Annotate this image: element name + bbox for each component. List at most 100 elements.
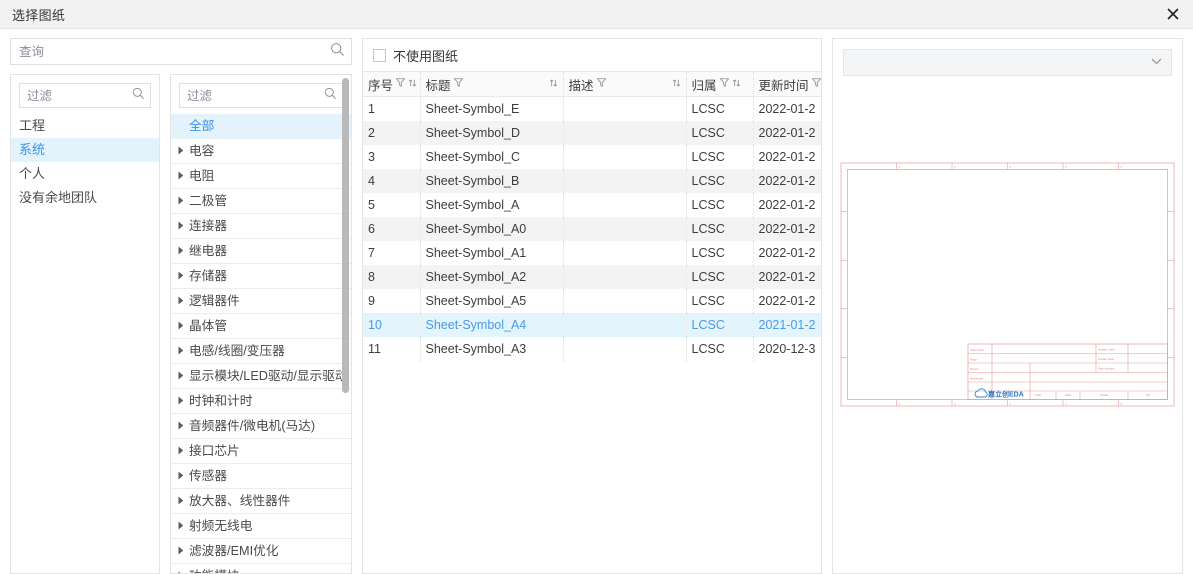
- table-header-2[interactable]: 标题: [420, 71, 564, 97]
- row-updated: 2022-01-2: [753, 216, 821, 241]
- source-item[interactable]: 工程: [11, 114, 159, 138]
- row-updated: 2022-01-2: [753, 192, 821, 217]
- caret-right-icon[interactable]: [178, 396, 189, 407]
- sheet-select-dropdown[interactable]: [843, 49, 1172, 76]
- table-row[interactable]: 4 Sheet-Symbol_B LCSC 2022-01-2: [363, 168, 821, 193]
- table-row[interactable]: 1 Sheet-Symbol_E LCSC 2022-01-2: [363, 96, 821, 121]
- source-item[interactable]: 没有余地团队: [11, 186, 159, 210]
- row-title: Sheet-Symbol_C: [420, 144, 564, 169]
- category-item[interactable]: 接口芯片: [171, 439, 351, 464]
- category-item[interactable]: 二极管: [171, 189, 351, 214]
- sheet-title-block-text: 2: [954, 165, 956, 169]
- row-title: Sheet-Symbol_B: [420, 168, 564, 193]
- sheet-title-block-text: 3: [1010, 165, 1012, 169]
- category-item[interactable]: 连接器: [171, 214, 351, 239]
- category-item-label: 二极管: [189, 193, 228, 208]
- table-row[interactable]: 5 Sheet-Symbol_A LCSC 2022-01-2: [363, 192, 821, 217]
- sort-icon[interactable]: [672, 78, 681, 91]
- row-updated: 2022-01-2: [753, 144, 821, 169]
- row-description: [563, 192, 687, 217]
- caret-right-icon[interactable]: [178, 546, 189, 557]
- caret-right-icon[interactable]: [178, 321, 189, 332]
- category-item[interactable]: 放大器、线性器件: [171, 489, 351, 514]
- caret-right-icon[interactable]: [178, 246, 189, 257]
- category-item[interactable]: 晶体管: [171, 314, 351, 339]
- category-item[interactable]: 电阻: [171, 164, 351, 189]
- caret-right-icon[interactable]: [178, 146, 189, 157]
- table-row[interactable]: 9 Sheet-Symbol_A5 LCSC 2022-01-2: [363, 288, 821, 313]
- category-filter-input[interactable]: [179, 83, 343, 108]
- caret-right-icon[interactable]: [178, 446, 189, 457]
- filter-icon[interactable]: [811, 78, 821, 90]
- filter-icon[interactable]: [395, 78, 406, 90]
- category-tree: 全部 电容 电阻二极管连接器 继电器存储器逻辑器件 晶体管 电感/线圈/变压器 显示模块/L…: [171, 114, 351, 573]
- caret-right-icon[interactable]: [178, 221, 189, 232]
- table-row[interactable]: 10 Sheet-Symbol_A4 LCSC 2021-01-2: [363, 312, 821, 337]
- filter-icon[interactable]: [596, 78, 606, 90]
- caret-right-icon[interactable]: [178, 271, 189, 282]
- table-header-label: 描述: [568, 78, 594, 93]
- table-header-4[interactable]: 归属: [686, 71, 754, 97]
- category-item[interactable]: 功能模块: [171, 564, 351, 573]
- table-header-1[interactable]: 序号: [363, 71, 421, 97]
- table-row[interactable]: 6 Sheet-Symbol_A0 LCSC 2022-01-2: [363, 216, 821, 241]
- row-title: Sheet-Symbol_E: [420, 96, 564, 121]
- table-row[interactable]: 3 Sheet-Symbol_C LCSC 2022-01-2: [363, 144, 821, 169]
- caret-right-icon[interactable]: [178, 521, 189, 532]
- caret-right-icon[interactable]: [178, 196, 189, 207]
- category-item[interactable]: 存储器: [171, 264, 351, 289]
- category-item[interactable]: 滤波器/EMI优化: [171, 539, 351, 564]
- category-item[interactable]: 继电器: [171, 239, 351, 264]
- table-row[interactable]: 7 Sheet-Symbol_A1 LCSC 2022-01-2: [363, 240, 821, 265]
- source-filter-input[interactable]: [19, 83, 151, 108]
- table-header-label: 序号: [368, 78, 394, 93]
- sheet-preview-drawing[interactable]: 1 1 2 2 3 3 4 4 5 5 Schematic Page Drawn Reviewed Upda…: [840, 162, 1175, 407]
- caret-right-icon[interactable]: [178, 421, 189, 432]
- sheet-preview-area: 1 1 2 2 3 3 4 4 5 5 Schematic Page Drawn Reviewed Upda…: [833, 76, 1182, 573]
- category-item[interactable]: 显示模块/LED驱动/显示驱动: [171, 364, 351, 389]
- category-item[interactable]: 射频无线电: [171, 514, 351, 539]
- category-item[interactable]: 电感/线圈/变压器: [171, 339, 351, 364]
- row-updated: 2022-01-2: [753, 240, 821, 265]
- category-item[interactable]: 音频器件/微电机(马达): [171, 414, 351, 439]
- row-index: 5: [363, 192, 421, 217]
- chevron-down-icon: [1151, 58, 1162, 67]
- table-header-5[interactable]: 更新时间: [753, 71, 821, 97]
- source-item[interactable]: 系统: [11, 138, 159, 162]
- category-scrollbar-thumb[interactable]: [342, 78, 349, 393]
- sheet-title-block-text: 4: [1065, 402, 1067, 406]
- caret-right-icon[interactable]: [178, 346, 189, 357]
- category-item[interactable]: 电容: [171, 139, 351, 164]
- sheet-title-block-text: 2: [954, 402, 956, 406]
- table-row[interactable]: 2 Sheet-Symbol_D LCSC 2022-01-2: [363, 120, 821, 145]
- query-search-input[interactable]: [10, 38, 352, 65]
- caret-right-icon[interactable]: [178, 371, 189, 382]
- sort-icon[interactable]: [549, 78, 558, 91]
- category-item[interactable]: 时钟和计时: [171, 389, 351, 414]
- filter-icon[interactable]: [453, 78, 463, 90]
- no-sheet-checkbox-label[interactable]: 不使用图纸: [393, 46, 458, 65]
- close-button[interactable]: [1153, 0, 1193, 28]
- category-item[interactable]: 逻辑器件: [171, 289, 351, 314]
- table-row[interactable]: 8 Sheet-Symbol_A2 LCSC 2022-01-2: [363, 264, 821, 289]
- caret-right-icon[interactable]: [178, 296, 189, 307]
- sheet-line: [847, 169, 1168, 400]
- filter-icon[interactable]: [719, 78, 729, 90]
- caret-right-icon[interactable]: [178, 171, 189, 182]
- sheet-title-block-text: SIZE: [1065, 393, 1071, 397]
- table-header-3[interactable]: 描述: [563, 71, 687, 97]
- category-item[interactable]: 全部: [171, 114, 351, 139]
- sheet-title-block-text: Create Date: [1098, 357, 1115, 361]
- sort-icon[interactable]: [408, 78, 417, 91]
- sort-icon[interactable]: [732, 78, 741, 91]
- source-item[interactable]: 个人: [11, 162, 159, 186]
- category-item-label: 存储器: [189, 268, 228, 283]
- caret-right-icon[interactable]: [178, 471, 189, 482]
- row-index: 2: [363, 120, 421, 145]
- caret-right-icon[interactable]: [178, 496, 189, 507]
- row-updated: 2022-01-2: [753, 168, 821, 193]
- table-row[interactable]: 11 Sheet-Symbol_A3 LCSC 2020-12-3: [363, 336, 821, 361]
- no-sheet-checkbox[interactable]: [373, 48, 386, 62]
- category-item[interactable]: 传感器: [171, 464, 351, 489]
- caret-right-icon[interactable]: [178, 571, 189, 573]
